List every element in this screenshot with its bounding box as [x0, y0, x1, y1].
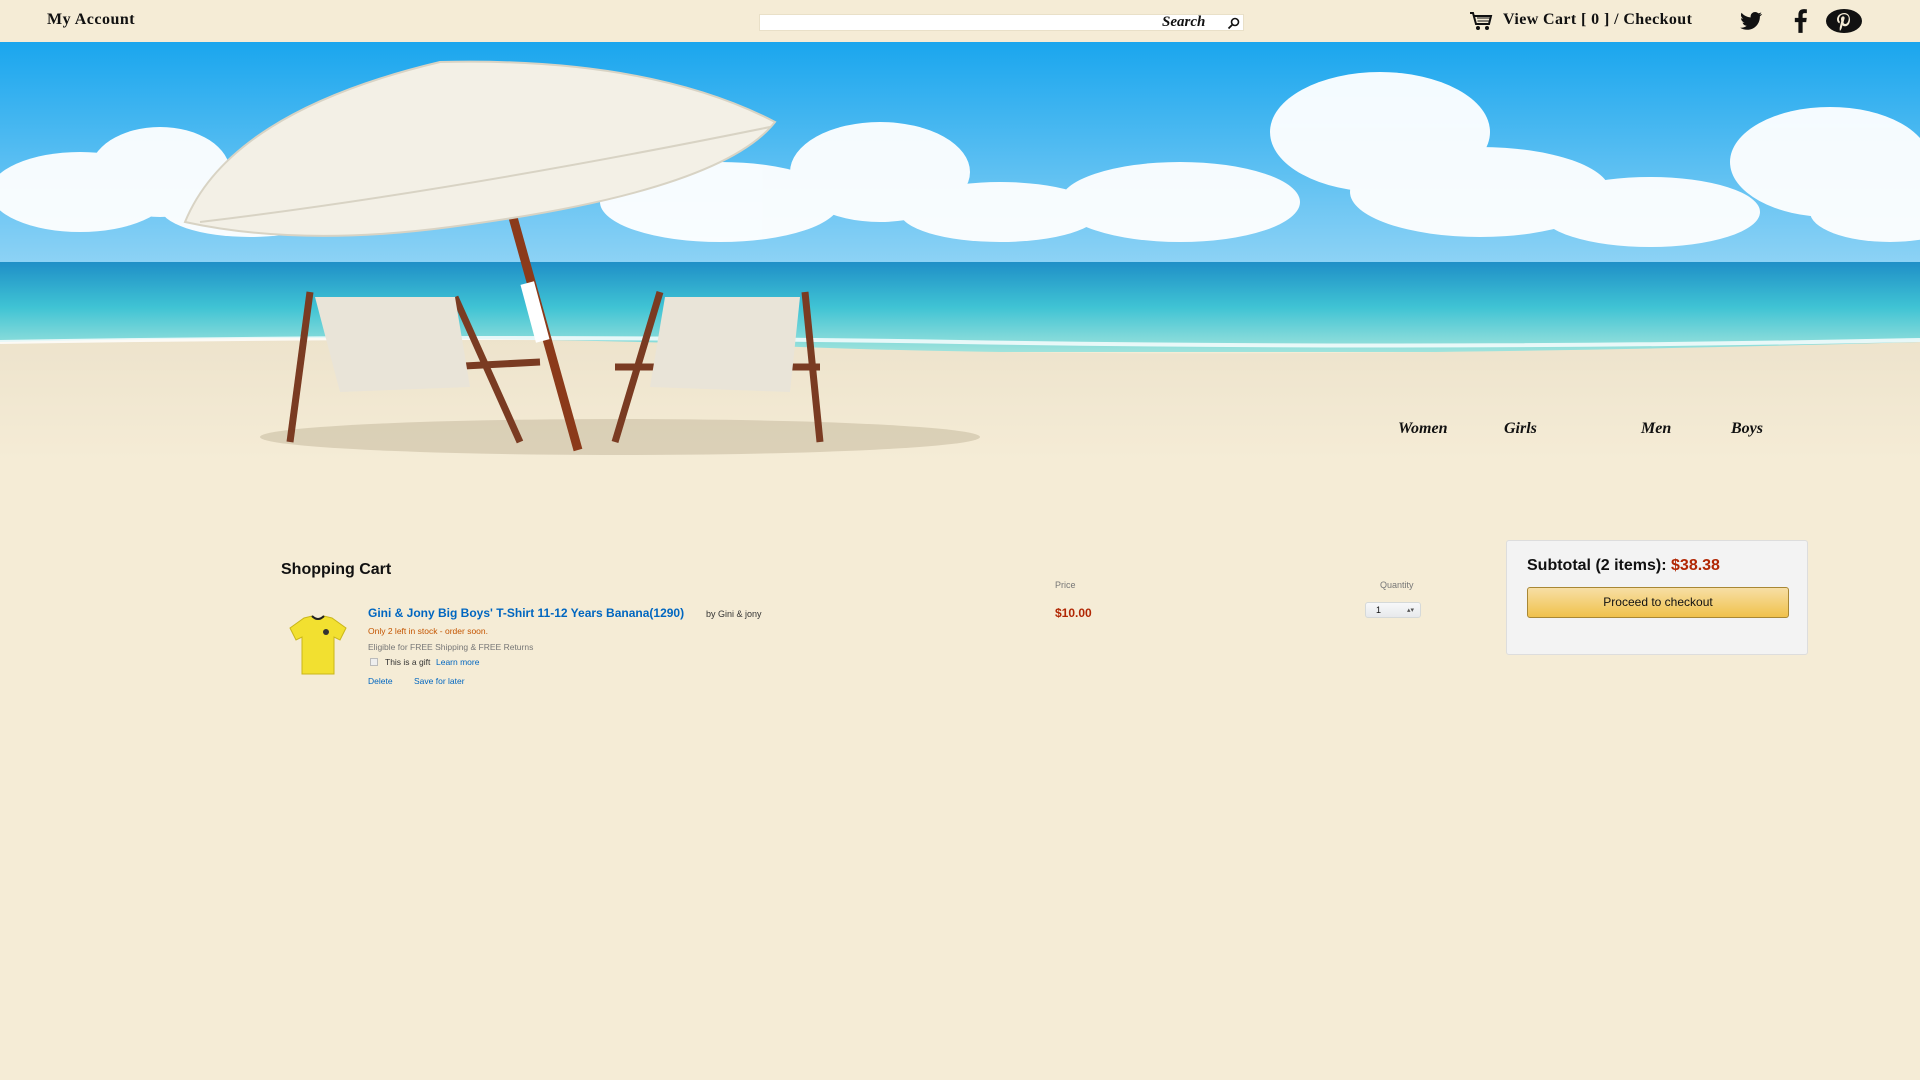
facebook-icon[interactable] [1787, 8, 1815, 34]
subtotal-label: Subtotal (2 items): [1527, 557, 1667, 574]
quantity-value: 1 [1376, 605, 1382, 615]
search-icon[interactable] [1227, 17, 1240, 30]
stock-status: Only 2 left in stock - order soon. [368, 626, 488, 636]
top-bar: My Account Search View Cart [ 0 ] / Chec… [0, 0, 1920, 42]
quantity-column-header: Quantity [1380, 580, 1414, 590]
gift-label: This is a gift [385, 657, 431, 667]
nav-women[interactable]: Women [1398, 420, 1447, 438]
cart-icon[interactable] [1469, 11, 1493, 31]
item-brand: by Gini & jony [706, 609, 762, 619]
item-title-link[interactable]: Gini & Jony Big Boys' T-Shirt 11-12 Year… [368, 606, 684, 620]
tshirt-thumbnail[interactable] [284, 612, 352, 680]
subtotal-amount: $38.38 [1671, 557, 1720, 574]
save-for-later-link[interactable]: Save for later [414, 676, 465, 686]
select-caret-icon: ▴▾ [1406, 607, 1414, 614]
proceed-to-checkout-button[interactable]: Proceed to checkout [1527, 587, 1789, 618]
view-cart-checkout-link[interactable]: View Cart [ 0 ] / Checkout [1503, 11, 1692, 29]
quantity-select[interactable]: 1 ▴▾ [1365, 602, 1421, 618]
nav-men[interactable]: Men [1641, 420, 1671, 438]
subtotal-panel: Subtotal (2 items): $38.38 Proceed to ch… [1506, 540, 1808, 655]
search-label[interactable]: Search [1162, 14, 1205, 31]
shipping-eligibility: Eligible for FREE Shipping & FREE Return… [368, 642, 534, 652]
gift-checkbox[interactable] [370, 658, 378, 666]
item-price: $10.00 [1055, 606, 1092, 620]
twitter-icon[interactable] [1737, 8, 1765, 34]
delete-link[interactable]: Delete [368, 676, 393, 686]
pinterest-icon[interactable] [1825, 8, 1863, 34]
price-column-header: Price [1055, 580, 1076, 590]
hero-beach-banner [0, 42, 1920, 462]
my-account-link[interactable]: My Account [47, 11, 135, 29]
nav-girls[interactable]: Girls [1504, 420, 1537, 438]
cart-title: Shopping Cart [281, 561, 392, 578]
nav-boys[interactable]: Boys [1731, 420, 1763, 438]
learn-more-link[interactable]: Learn more [436, 657, 479, 667]
subtotal-line: Subtotal (2 items): $38.38 [1527, 557, 1720, 575]
